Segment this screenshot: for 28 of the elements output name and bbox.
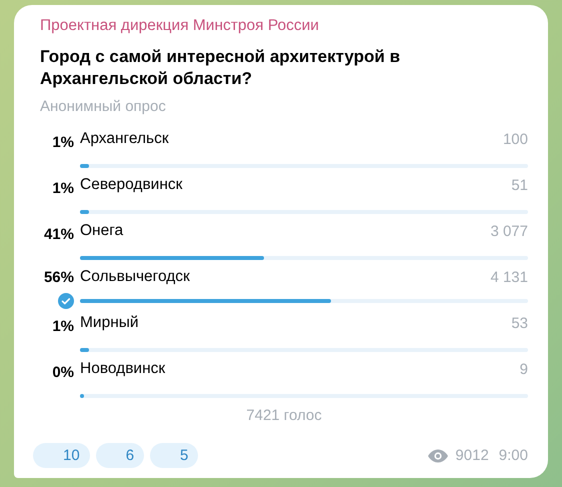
total-votes: 7421 голос [245, 407, 323, 424]
option-percent: 1% [51, 134, 75, 151]
option-percent: 56% [42, 269, 75, 286]
option-votes: 9 [520, 360, 528, 378]
reaction-button[interactable]: 5 [150, 443, 198, 468]
option-label: Онега [80, 222, 124, 240]
option-percent: 41% [42, 226, 75, 243]
poll-type: Анонимный опрос [40, 98, 167, 115]
option-label: Мирный [80, 314, 139, 332]
reaction-button[interactable]: 10 [33, 443, 90, 468]
option-votes: 53 [511, 314, 528, 332]
option-label: Сольвычегодск [80, 268, 190, 286]
message-time: 9:00 [498, 447, 528, 464]
option-label: Новодвинск [80, 360, 166, 378]
option-votes: 51 [511, 176, 528, 194]
view-count: 9012 [455, 447, 489, 464]
option-percent: 1% [51, 180, 75, 197]
eye-icon [427, 448, 450, 462]
option-percent: 0% [51, 364, 75, 381]
option-percent: 1% [51, 318, 75, 335]
reaction-button[interactable]: 6 [96, 443, 144, 468]
option-votes: 100 [502, 130, 528, 148]
option-label: Архангельск [80, 130, 169, 148]
option-votes: 3 077 [490, 222, 528, 240]
option-label: Северодвинск [80, 176, 182, 194]
poll-question: Город с самой интересной архитектурой в Архангельской области? [40, 46, 402, 90]
option-votes: 4 131 [490, 268, 528, 286]
channel-name[interactable]: Проектная дирекция Минстроя России [40, 17, 528, 35]
